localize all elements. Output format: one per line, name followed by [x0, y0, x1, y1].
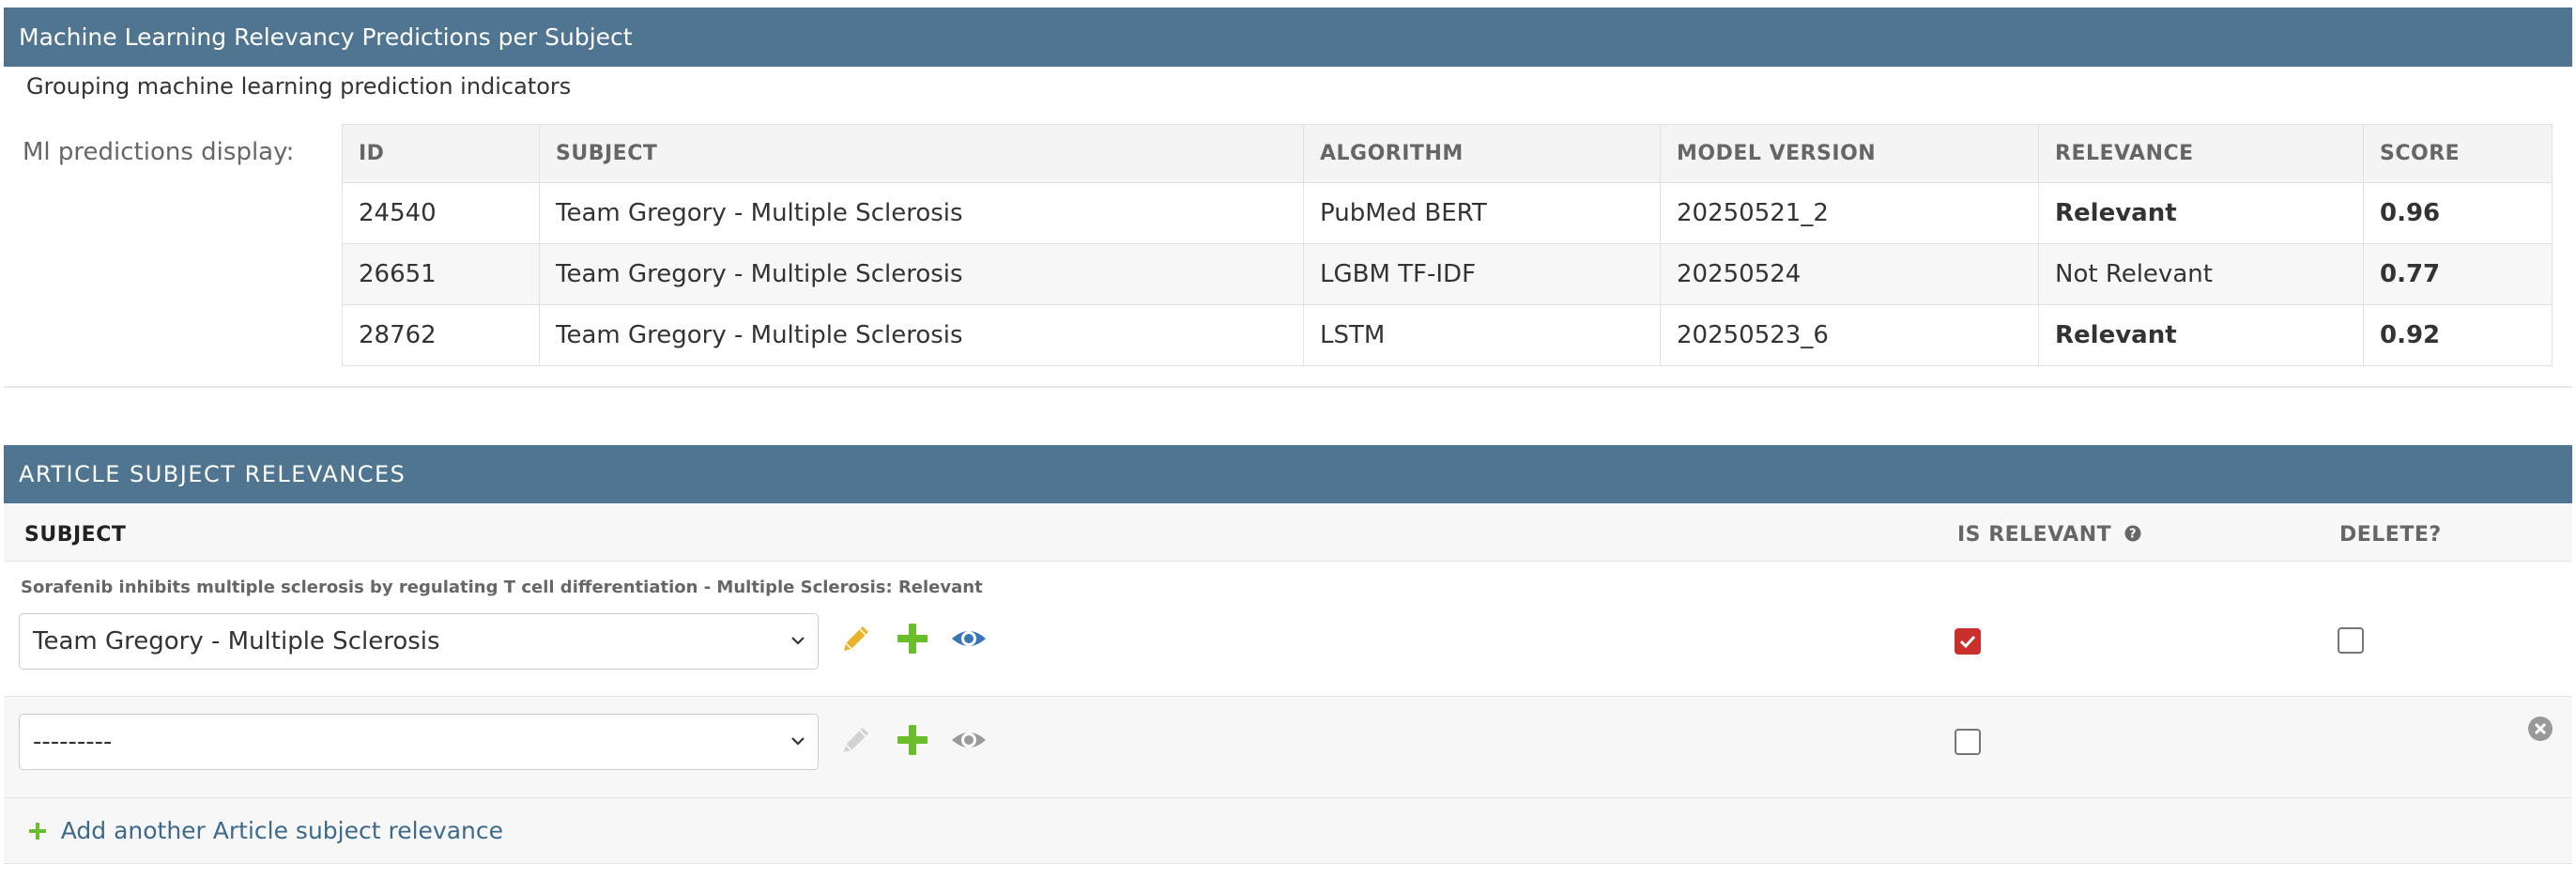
add-row-container: Add another Article subject relevance: [4, 798, 2572, 864]
col-algorithm: ALGORITHM: [1303, 124, 1661, 183]
cell-score: 0.77: [2363, 243, 2553, 305]
cell-model-version: 20250523_6: [1660, 304, 2039, 366]
is-relevant-checkbox[interactable]: [1955, 729, 1981, 755]
subject-select[interactable]: Team Gregory - Multiple Sclerosis: [19, 613, 819, 670]
cell-model-version: 20250521_2: [1660, 182, 2039, 244]
eye-icon[interactable]: [950, 620, 988, 657]
eye-icon: [950, 721, 988, 759]
cell-algorithm: PubMed BERT: [1303, 182, 1661, 244]
cell-score: 0.96: [2363, 182, 2553, 244]
pencil-icon: [837, 721, 875, 759]
subject-select-empty[interactable]: ---------: [19, 714, 819, 770]
inline-row: ---------: [4, 697, 2572, 798]
section-divider: [4, 386, 2572, 388]
cell-relevance: Not Relevant: [2038, 243, 2364, 305]
table-row: 24540 Team Gregory - Multiple Sclerosis …: [342, 182, 2553, 244]
col-head-subject: SUBJECT: [24, 523, 127, 547]
col-subject: SUBJECT: [539, 124, 1304, 183]
col-score: SCORE: [2363, 124, 2553, 183]
delete-checkbox[interactable]: [2338, 627, 2364, 654]
cell-algorithm: LGBM TF-IDF: [1303, 243, 1661, 305]
col-head-is-relevant-label: IS RELEVANT: [1957, 523, 2112, 547]
cell-id: 24540: [342, 182, 540, 244]
inline-row: Sorafenib inhibits multiple sclerosis by…: [4, 562, 2572, 697]
plus-icon[interactable]: [894, 620, 931, 657]
cell-algorithm: LSTM: [1303, 304, 1661, 366]
table-row: 28762 Team Gregory - Multiple Sclerosis …: [342, 304, 2553, 366]
subject-select-value: Team Gregory - Multiple Sclerosis: [33, 627, 440, 655]
ml-section-header: Machine Learning Relevancy Predictions p…: [4, 8, 2572, 67]
is-relevant-checkbox[interactable]: [1955, 628, 1981, 655]
add-another-label: Add another Article subject relevance: [60, 817, 504, 844]
col-head-is-relevant: IS RELEVANT ?: [1957, 523, 2141, 547]
cell-model-version: 20250524: [1660, 243, 2039, 305]
cell-subject: Team Gregory - Multiple Sclerosis: [539, 243, 1304, 305]
help-icon[interactable]: ?: [2124, 524, 2141, 547]
col-id: ID: [342, 124, 540, 183]
svg-text:?: ?: [2129, 527, 2137, 541]
col-head-delete: DELETE?: [2339, 523, 2442, 547]
col-model-version: MODEL VERSION: [1660, 124, 2039, 183]
cell-id: 26651: [342, 243, 540, 305]
ml-predictions-label: Ml predictions display:: [23, 138, 295, 166]
plus-icon[interactable]: [894, 721, 931, 759]
cell-relevance: Relevant: [2038, 304, 2364, 366]
cell-subject: Team Gregory - Multiple Sclerosis: [539, 182, 1304, 244]
col-relevance: RELEVANCE: [2038, 124, 2364, 183]
chevron-down-icon: [790, 614, 806, 689]
cell-id: 28762: [342, 304, 540, 366]
cell-subject: Team Gregory - Multiple Sclerosis: [539, 304, 1304, 366]
add-another-link[interactable]: Add another Article subject relevance: [28, 817, 503, 844]
cell-relevance: Relevant: [2038, 182, 2364, 244]
plus-icon: [28, 817, 55, 844]
inline-row-original: Sorafenib inhibits multiple sclerosis by…: [21, 578, 983, 597]
inline-column-headers: SUBJECT IS RELEVANT ? DELETE?: [4, 503, 2572, 562]
pencil-icon[interactable]: [837, 620, 875, 657]
table-row: 26651 Team Gregory - Multiple Sclerosis …: [342, 243, 2553, 305]
cell-score: 0.92: [2363, 304, 2553, 366]
inline-section-header: ARTICLE SUBJECT RELEVANCES: [4, 445, 2572, 503]
subject-select-value: ---------: [33, 728, 113, 756]
remove-row-icon[interactable]: [2527, 716, 2553, 742]
chevron-down-icon: [790, 715, 806, 790]
table-header-row: ID SUBJECT ALGORITHM MODEL VERSION RELEV…: [342, 124, 2553, 183]
ml-predictions-table: ID SUBJECT ALGORITHM MODEL VERSION RELEV…: [342, 124, 2553, 366]
ml-section-description: Grouping machine learning prediction ind…: [26, 73, 572, 100]
